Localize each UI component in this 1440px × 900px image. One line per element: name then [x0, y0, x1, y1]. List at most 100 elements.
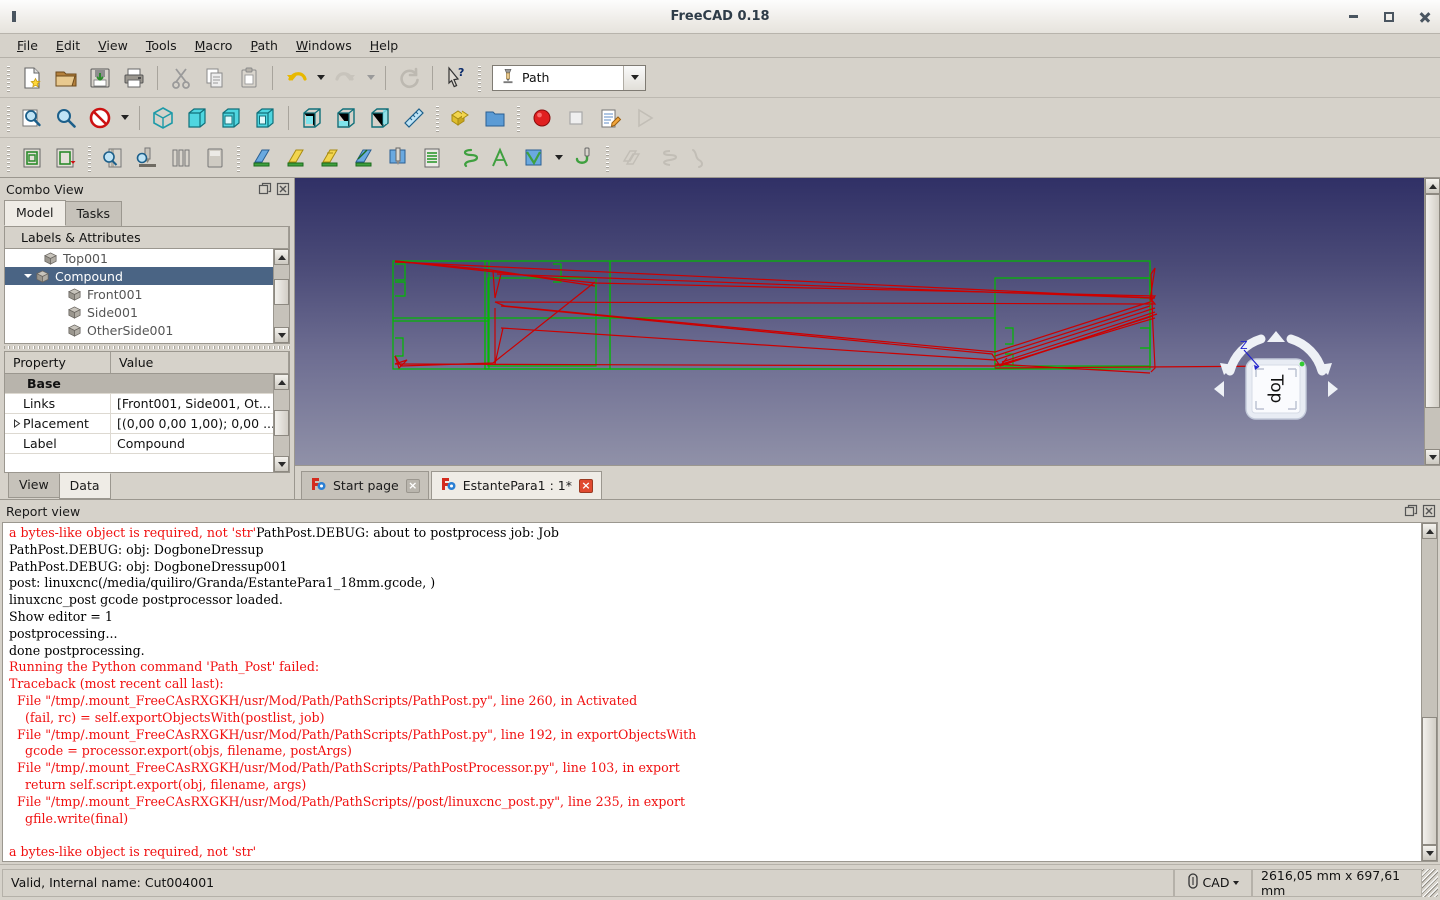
tab-close-icon[interactable]: × — [406, 479, 420, 493]
scroll-down-button[interactable] — [274, 456, 289, 472]
tree-scrollbar[interactable] — [273, 249, 289, 343]
scroll-track[interactable] — [274, 390, 289, 456]
path-face-icon[interactable] — [347, 141, 381, 175]
scroll-thumb[interactable] — [274, 279, 289, 305]
tab-tasks[interactable]: Tasks — [65, 201, 123, 226]
viewport-scrollbar[interactable] — [1424, 178, 1440, 465]
copy-icon[interactable] — [198, 61, 232, 95]
tree-item-otherside001[interactable]: OtherSide001 — [5, 321, 273, 339]
panel-splitter[interactable] — [4, 344, 290, 351]
tab-close-icon[interactable]: × — [579, 479, 593, 493]
property-scrollbar[interactable] — [273, 374, 289, 472]
chevron-down-icon[interactable] — [21, 271, 35, 281]
path-sanity-icon[interactable] — [682, 141, 716, 175]
scroll-track[interactable] — [1425, 194, 1440, 449]
property-value[interactable]: [(0,00 0,00 1,00); 0,00 ... — [111, 414, 273, 433]
path-pocket-icon[interactable] — [279, 141, 313, 175]
minimize-button[interactable] — [1346, 10, 1360, 24]
maximize-button[interactable] — [1382, 10, 1396, 24]
front-view-icon[interactable] — [180, 101, 214, 135]
tree-item-compound[interactable]: Compound — [5, 267, 273, 285]
property-value[interactable]: [Front001, Side001, Ot... — [111, 394, 273, 413]
navigation-cube[interactable]: Top Z — [1206, 323, 1346, 433]
menu-help[interactable]: Help — [361, 35, 408, 56]
document-tab-estantepara1[interactable]: EstantePara1 : 1* × — [431, 471, 602, 499]
property-row-label[interactable]: Label Compound — [5, 434, 273, 454]
draw-style-icon[interactable] — [83, 101, 117, 135]
tree-item-top001[interactable]: Top001 — [5, 249, 273, 267]
scroll-thumb[interactable] — [1425, 194, 1440, 408]
scroll-up-button[interactable] — [274, 374, 289, 390]
toolbar-grip[interactable] — [235, 144, 242, 172]
menu-windows[interactable]: Windows — [287, 35, 361, 56]
toolbar-grip[interactable] — [5, 104, 12, 132]
isometric-view-icon[interactable] — [146, 101, 180, 135]
tree-item-front001[interactable]: Front001 — [5, 285, 273, 303]
draw-style-dropdown-icon[interactable] — [117, 101, 133, 135]
report-log[interactable]: a bytes-like object is required, not 'st… — [3, 523, 1421, 861]
scroll-thumb[interactable] — [1422, 717, 1437, 845]
scroll-track[interactable] — [1422, 539, 1437, 845]
property-row-placement[interactable]: Placement [(0,00 0,00 1,00); 0,00 ... — [5, 414, 273, 434]
toolbar-grip[interactable] — [476, 64, 483, 92]
tab-view[interactable]: View — [8, 473, 60, 498]
left-view-icon[interactable] — [363, 101, 397, 135]
menu-edit[interactable]: Edit — [47, 35, 89, 56]
paste-icon[interactable] — [232, 61, 266, 95]
path-array-icon[interactable] — [614, 141, 648, 175]
menu-macro[interactable]: Macro — [186, 35, 242, 56]
workbench-dropdown-arrow[interactable] — [623, 66, 645, 90]
macro-execute-icon[interactable] — [627, 101, 661, 135]
path-inspect-icon[interactable] — [96, 141, 130, 175]
toolbar-grip[interactable] — [434, 104, 441, 132]
toolbar-grip[interactable] — [5, 64, 12, 92]
path-helix-icon[interactable] — [449, 141, 483, 175]
tab-data[interactable]: Data — [59, 473, 111, 499]
undo-icon[interactable] — [279, 61, 313, 95]
scroll-down-button[interactable] — [1425, 449, 1440, 465]
report-scrollbar[interactable] — [1421, 523, 1437, 861]
whats-this-icon[interactable]: ? — [439, 61, 473, 95]
3d-viewport[interactable]: Top Z — [295, 178, 1424, 465]
document-tab-start-page[interactable]: Start page × — [301, 471, 429, 499]
scroll-thumb[interactable] — [274, 410, 289, 436]
path-pocket-shape-icon[interactable] — [313, 141, 347, 175]
close-panel-icon[interactable] — [1422, 504, 1436, 518]
macro-edit-icon[interactable] — [593, 101, 627, 135]
scroll-up-button[interactable] — [274, 249, 289, 265]
path-engrave-icon[interactable] — [415, 141, 449, 175]
cut-icon[interactable] — [164, 61, 198, 95]
open-document-icon[interactable] — [49, 61, 83, 95]
menu-view[interactable]: View — [89, 35, 137, 56]
toolbar-grip[interactable] — [86, 144, 93, 172]
menu-file[interactable]: File — [8, 35, 47, 56]
path-surface-dropdown-icon[interactable] — [551, 141, 567, 175]
path-drilling-icon[interactable] — [381, 141, 415, 175]
scroll-up-button[interactable] — [1422, 523, 1437, 539]
path-surface-icon[interactable] — [517, 141, 551, 175]
unit-system-selector[interactable]: CAD — [1174, 869, 1252, 897]
save-document-icon[interactable] — [83, 61, 117, 95]
top-view-icon[interactable] — [214, 101, 248, 135]
chevron-down-icon[interactable] — [1233, 881, 1239, 885]
path-adaptive-icon[interactable] — [483, 141, 517, 175]
path-tool-controller-icon[interactable] — [198, 141, 232, 175]
path-job-icon[interactable] — [15, 141, 49, 175]
redo-dropdown-icon[interactable] — [363, 61, 379, 95]
measure-icon[interactable] — [397, 101, 431, 135]
path-profile-icon[interactable] — [245, 141, 279, 175]
chevron-right-icon[interactable] — [11, 419, 23, 428]
path-drill-bits-icon[interactable] — [164, 141, 198, 175]
tab-model[interactable]: Model — [4, 200, 66, 226]
path-simulator-icon[interactable] — [648, 141, 682, 175]
float-panel-icon[interactable] — [1404, 504, 1418, 518]
fit-selection-icon[interactable] — [49, 101, 83, 135]
float-panel-icon[interactable] — [258, 182, 272, 196]
redo-icon[interactable] — [329, 61, 363, 95]
resize-grip[interactable] — [1422, 869, 1438, 897]
close-button[interactable] — [1418, 10, 1432, 24]
property-row-links[interactable]: Links [Front001, Side001, Ot... — [5, 394, 273, 414]
toolbar-grip[interactable] — [604, 144, 611, 172]
new-document-icon[interactable] — [15, 61, 49, 95]
create-group-icon[interactable] — [478, 101, 512, 135]
